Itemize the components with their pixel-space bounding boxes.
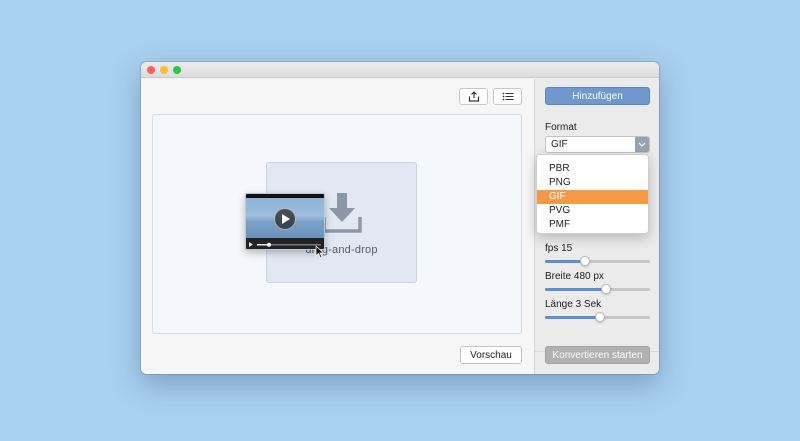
format-option[interactable]: GIF — [537, 190, 648, 204]
download-arrow-icon — [322, 193, 362, 233]
video-thumbnail[interactable] — [245, 193, 325, 250]
list-icon — [502, 92, 513, 101]
minimize-window-button[interactable] — [160, 66, 168, 74]
start-convert-button[interactable]: Konvertieren starten — [545, 346, 650, 364]
mouse-cursor-icon — [315, 245, 325, 259]
main-panel: drag-and-drop Vorschau — [141, 79, 534, 374]
width-slider-thumb[interactable] — [600, 284, 611, 294]
drop-area[interactable]: drag-and-drop — [152, 114, 522, 334]
format-label: Format — [545, 122, 577, 133]
list-view-button[interactable] — [493, 88, 522, 105]
video-controls — [246, 238, 324, 249]
title-bar — [141, 62, 659, 78]
format-select[interactable]: GIF — [545, 136, 650, 153]
format-selected-value: GIF — [551, 139, 568, 150]
width-label: Breite 480 px — [545, 271, 604, 282]
share-icon — [468, 91, 479, 102]
format-option[interactable]: PBR — [537, 162, 648, 176]
width-slider[interactable] — [545, 284, 650, 294]
play-icon — [274, 208, 296, 230]
close-window-button[interactable] — [147, 66, 155, 74]
fps-slider-thumb[interactable] — [579, 256, 590, 266]
preview-button[interactable]: Vorschau — [460, 346, 522, 364]
fps-label: fps 15 — [545, 243, 573, 254]
zoom-window-button[interactable] — [173, 66, 181, 74]
chevron-down-icon — [635, 137, 649, 152]
add-button[interactable]: Hinzufügen — [545, 87, 650, 105]
length-slider[interactable] — [545, 312, 650, 322]
format-dropdown-menu: PBR PNG GIF PVG PMF — [536, 154, 649, 234]
format-option[interactable]: PVG — [537, 204, 648, 218]
format-option[interactable]: PNG — [537, 176, 648, 190]
length-label: Länge 3 Sek — [545, 299, 602, 310]
format-option[interactable]: PMF — [537, 218, 648, 232]
video-frame — [246, 198, 324, 238]
fps-slider[interactable] — [545, 256, 650, 266]
share-button[interactable] — [459, 88, 488, 105]
length-slider-thumb[interactable] — [594, 312, 605, 322]
